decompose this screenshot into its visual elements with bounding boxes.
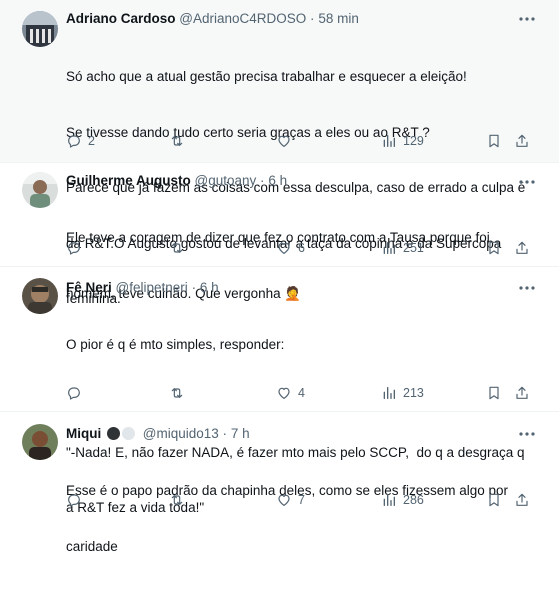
share-icon (516, 493, 528, 506)
views-icon (383, 494, 395, 506)
bookmark-button[interactable] (486, 131, 502, 151)
bookmark-button[interactable] (486, 490, 502, 510)
reply-icon (68, 242, 80, 255)
reply-button[interactable]: 2 (66, 131, 95, 151)
bookmark-icon (489, 386, 499, 400)
author-handle[interactable]: @felipetneri (116, 280, 188, 295)
share-button[interactable] (514, 131, 530, 151)
tweet-line: caridade (66, 538, 118, 554)
author-name[interactable]: Miqui (66, 426, 101, 441)
like-button[interactable]: 4 (276, 383, 305, 403)
share-button[interactable] (514, 383, 530, 403)
bookmark-icon (489, 134, 499, 148)
reply-icon (68, 494, 80, 507)
like-count: 6 (298, 241, 305, 255)
views-button[interactable]: 129 (381, 131, 424, 151)
views-count: 213 (403, 386, 424, 400)
tweet-header: Fê Neri @felipetneri · 6 h (66, 279, 539, 296)
retweet-icon (171, 388, 183, 398)
separator: · (222, 426, 228, 441)
more-icon[interactable] (517, 279, 537, 297)
like-icon (278, 135, 290, 147)
more-icon[interactable] (517, 173, 537, 191)
views-button[interactable]: 286 (381, 490, 424, 510)
tweet[interactable]: Guilherme Augusto @gutoany · 6 h Ele tev… (0, 163, 559, 301)
like-count: 4 (298, 386, 305, 400)
like-count: 7 (298, 493, 305, 507)
views-count: 286 (403, 493, 424, 507)
tweet-text: Esse é o papo padrão da chapinha deles, … (66, 445, 539, 593)
avatar[interactable] (22, 172, 58, 208)
separator: · (310, 11, 315, 26)
views-count: 251 (403, 241, 424, 255)
tweet-line: Só acho que a atual gestão precisa traba… (66, 69, 467, 84)
separator: · (191, 280, 197, 295)
reply-button[interactable] (66, 490, 88, 510)
retweet-icon (171, 136, 183, 146)
timestamp[interactable]: 6 h (268, 173, 287, 188)
author-handle[interactable]: @gutoany (195, 173, 257, 188)
views-button[interactable]: 251 (381, 238, 424, 258)
like-icon (278, 494, 290, 506)
reply-count: 2 (88, 134, 95, 148)
author-handle[interactable]: @AdrianoC4RDOSO (179, 11, 306, 26)
share-icon (516, 241, 528, 254)
views-icon (383, 135, 395, 147)
share-icon (516, 134, 528, 147)
author-handle[interactable]: @miquido13 (143, 426, 219, 441)
tweet[interactable]: Adriano Cardoso @AdrianoC4RDOSO · 58 min… (0, 0, 559, 306)
share-button[interactable] (514, 238, 530, 258)
views-count: 129 (403, 134, 424, 148)
retweet-button[interactable] (169, 238, 191, 258)
like-button[interactable]: 7 (276, 490, 305, 510)
retweet-icon (171, 243, 183, 253)
like-button[interactable]: 6 (276, 238, 305, 258)
author-name[interactable]: Adriano Cardoso (66, 11, 176, 26)
author-name[interactable]: Fê Neri (66, 280, 112, 295)
like-icon (278, 242, 290, 254)
share-button[interactable] (514, 490, 530, 510)
tweet[interactable]: Fê Neri @felipetneri · 6 h O pior é q é … (0, 267, 559, 515)
tweet-header: Miqui @miquido13 · 7 h (66, 425, 539, 442)
more-icon[interactable] (517, 425, 537, 443)
reply-icon (68, 135, 80, 148)
views-icon (383, 242, 395, 254)
bookmark-icon (489, 241, 499, 255)
retweet-button[interactable] (169, 383, 191, 403)
more-icon[interactable] (517, 10, 537, 28)
avatar[interactable] (22, 11, 58, 47)
timestamp[interactable]: 7 h (231, 426, 250, 441)
badge-light-icon (122, 427, 136, 440)
tweet[interactable]: Miqui @miquido13 · 7 h Esse é o papo pad… (0, 412, 559, 554)
retweet-icon (171, 495, 183, 505)
like-button[interactable] (276, 131, 298, 151)
timestamp[interactable]: 6 h (200, 280, 219, 295)
badge-dark-icon (107, 427, 121, 440)
avatar[interactable] (22, 424, 58, 460)
tweet-header: Adriano Cardoso @AdrianoC4RDOSO · 58 min (66, 10, 539, 27)
separator: · (260, 173, 265, 188)
bookmark-button[interactable] (486, 383, 502, 403)
author-name[interactable]: Guilherme Augusto (66, 173, 191, 188)
tweet-header: Guilherme Augusto @gutoany · 6 h (66, 172, 539, 189)
avatar[interactable] (22, 278, 58, 314)
share-icon (516, 386, 528, 399)
reply-button[interactable] (66, 383, 88, 403)
bookmark-button[interactable] (486, 238, 502, 258)
timestamp[interactable]: 58 min (318, 11, 359, 26)
bookmark-icon (489, 493, 499, 507)
views-button[interactable]: 213 (381, 383, 424, 403)
retweet-button[interactable] (169, 131, 191, 151)
reply-button[interactable] (66, 238, 88, 258)
views-icon (383, 387, 395, 399)
like-icon (278, 387, 290, 399)
retweet-button[interactable] (169, 490, 191, 510)
tweet-line: O pior é q é mto simples, responder: (66, 337, 285, 352)
reply-icon (68, 387, 80, 400)
